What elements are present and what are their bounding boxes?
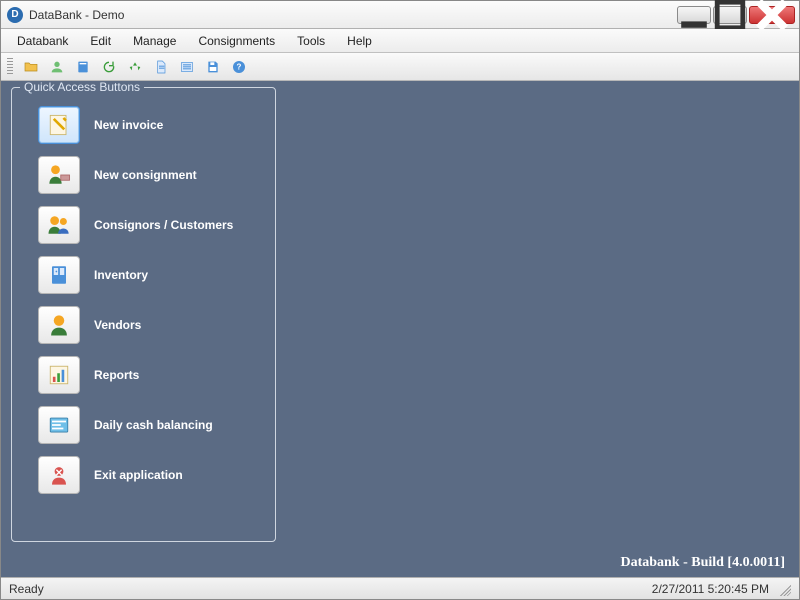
qa-label: New consignment (94, 168, 197, 182)
quick-access-list: New invoice New consignment Consignors /… (22, 106, 265, 494)
cash-balancing-icon (38, 406, 80, 444)
window-controls (675, 6, 795, 24)
menubar: Databank Edit Manage Consignments Tools … (1, 29, 799, 53)
qa-label: Reports (94, 368, 139, 382)
qa-label: New invoice (94, 118, 163, 132)
quick-access-title: Quick Access Buttons (20, 81, 144, 94)
titlebar: D DataBank - Demo (1, 1, 799, 29)
window-title: DataBank - Demo (29, 8, 675, 22)
statusbar: Ready 2/27/2011 5:20:45 PM (1, 577, 799, 599)
qa-label: Consignors / Customers (94, 218, 233, 232)
menu-edit[interactable]: Edit (80, 31, 121, 51)
document-blue-icon[interactable] (151, 57, 171, 77)
inventory-icon (38, 256, 80, 294)
folder-open-icon[interactable] (21, 57, 41, 77)
build-label: Databank - Build [4.0.0011] (620, 555, 785, 571)
minimize-button[interactable] (677, 6, 711, 24)
qa-consignors-customers[interactable]: Consignors / Customers (38, 206, 265, 244)
maximize-button[interactable] (713, 6, 747, 24)
reports-icon (38, 356, 80, 394)
vendors-icon (38, 306, 80, 344)
exit-app-icon (38, 456, 80, 494)
user-green-icon[interactable] (47, 57, 67, 77)
qa-inventory[interactable]: Inventory (38, 256, 265, 294)
status-datetime: 2/27/2011 5:20:45 PM (652, 582, 769, 596)
qa-exit-application[interactable]: Exit application (38, 456, 265, 494)
quick-access-groupbox: Quick Access Buttons New invoice New con… (11, 87, 276, 542)
app-icon: D (7, 7, 23, 23)
qa-reports[interactable]: Reports (38, 356, 265, 394)
qa-label: Exit application (94, 468, 183, 482)
help-question-icon[interactable]: ? (229, 57, 249, 77)
menu-manage[interactable]: Manage (123, 31, 186, 51)
consignors-icon (38, 206, 80, 244)
qa-label: Inventory (94, 268, 148, 282)
svg-text:?: ? (237, 62, 242, 71)
book-blue-icon[interactable] (73, 57, 93, 77)
qa-label: Vendors (94, 318, 141, 332)
menu-help[interactable]: Help (337, 31, 382, 51)
qa-label: Daily cash balancing (94, 418, 213, 432)
list-blue-icon[interactable] (177, 57, 197, 77)
close-button[interactable] (749, 6, 795, 24)
resize-grip-icon[interactable] (777, 582, 791, 596)
save-diskette-icon[interactable] (203, 57, 223, 77)
new-consignment-icon (38, 156, 80, 194)
toolbar-grip (7, 58, 13, 76)
menu-consignments[interactable]: Consignments (188, 31, 285, 51)
new-invoice-icon (38, 106, 80, 144)
client-area: Quick Access Buttons New invoice New con… (1, 81, 799, 577)
recycle-icon[interactable] (125, 57, 145, 77)
menu-databank[interactable]: Databank (7, 31, 78, 51)
qa-new-consignment[interactable]: New consignment (38, 156, 265, 194)
menu-tools[interactable]: Tools (287, 31, 335, 51)
toolbar: ? (1, 53, 799, 81)
qa-new-invoice[interactable]: New invoice (38, 106, 265, 144)
arrow-refresh-icon[interactable] (99, 57, 119, 77)
status-text: Ready (9, 582, 652, 596)
qa-daily-cash-balancing[interactable]: Daily cash balancing (38, 406, 265, 444)
qa-vendors[interactable]: Vendors (38, 306, 265, 344)
